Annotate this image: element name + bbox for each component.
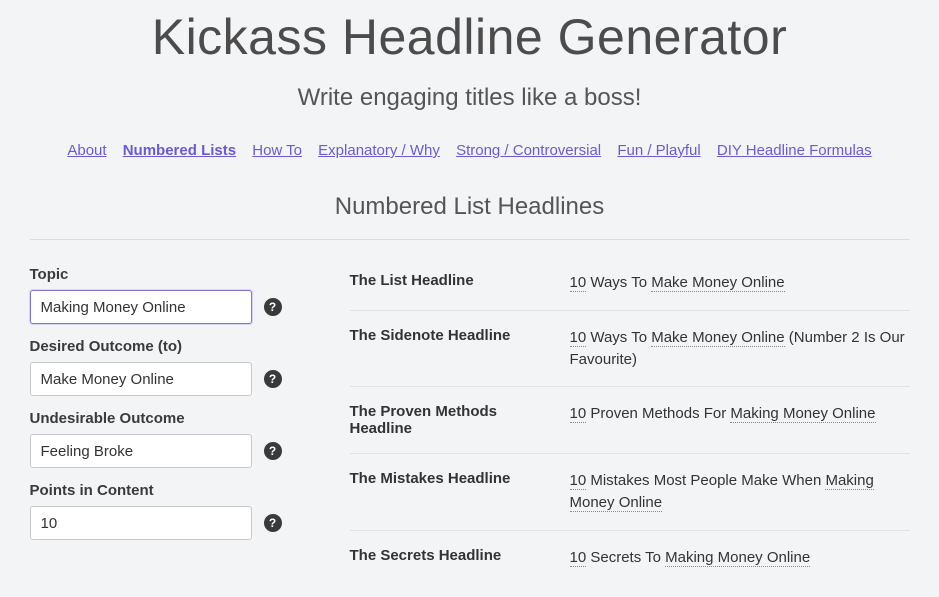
topic-label: Topic (30, 266, 320, 283)
result-value: 10 Secrets To Making Money Online (570, 547, 910, 569)
result-list-headline: The List Headline 10 Ways To Make Money … (350, 268, 910, 311)
nav-how-to[interactable]: How To (252, 142, 302, 159)
result-secrets-headline: The Secrets Headline 10 Secrets To Makin… (350, 531, 910, 585)
undesirable-input[interactable] (30, 434, 252, 468)
nav-fun[interactable]: Fun / Playful (617, 142, 700, 159)
result-mistakes-headline: The Mistakes Headline 10 Mistakes Most P… (350, 454, 910, 531)
result-label: The List Headline (350, 272, 570, 289)
content-area: Topic ? Desired Outcome (to) ? Undesirab… (20, 266, 920, 585)
help-icon[interactable]: ? (264, 298, 282, 316)
result-label: The Sidenote Headline (350, 327, 570, 344)
result-value: 10 Ways To Make Money Online (570, 272, 910, 294)
help-icon[interactable]: ? (264, 370, 282, 388)
result-value: 10 Ways To Make Money Online (Number 2 I… (570, 327, 910, 371)
tagline: Write engaging titles like a boss! (20, 84, 920, 112)
points-label: Points in Content (30, 482, 320, 499)
section-title: Numbered List Headlines (20, 193, 920, 221)
result-proven-headline: The Proven Methods Headline 10 Proven Me… (350, 387, 910, 454)
points-input[interactable] (30, 506, 252, 540)
results-column: The List Headline 10 Ways To Make Money … (350, 266, 910, 585)
help-icon[interactable]: ? (264, 514, 282, 532)
main-nav: About Numbered Lists How To Explanatory … (20, 142, 920, 159)
nav-about[interactable]: About (67, 142, 106, 159)
form-column: Topic ? Desired Outcome (to) ? Undesirab… (30, 266, 320, 585)
nav-explanatory[interactable]: Explanatory / Why (318, 142, 440, 159)
page-title: Kickass Headline Generator (20, 8, 920, 66)
result-label: The Proven Methods Headline (350, 403, 570, 437)
help-icon[interactable]: ? (264, 442, 282, 460)
result-sidenote-headline: The Sidenote Headline 10 Ways To Make Mo… (350, 311, 910, 388)
nav-numbered-lists[interactable]: Numbered Lists (123, 142, 236, 159)
outcome-label: Desired Outcome (to) (30, 338, 320, 355)
divider (30, 239, 910, 240)
outcome-input[interactable] (30, 362, 252, 396)
undesirable-label: Undesirable Outcome (30, 410, 320, 427)
result-label: The Mistakes Headline (350, 470, 570, 487)
topic-input[interactable] (30, 290, 252, 324)
nav-strong[interactable]: Strong / Controversial (456, 142, 601, 159)
nav-diy[interactable]: DIY Headline Formulas (717, 142, 872, 159)
result-value: 10 Proven Methods For Making Money Onlin… (570, 403, 910, 425)
result-value: 10 Mistakes Most People Make When Making… (570, 470, 910, 514)
result-label: The Secrets Headline (350, 547, 570, 564)
